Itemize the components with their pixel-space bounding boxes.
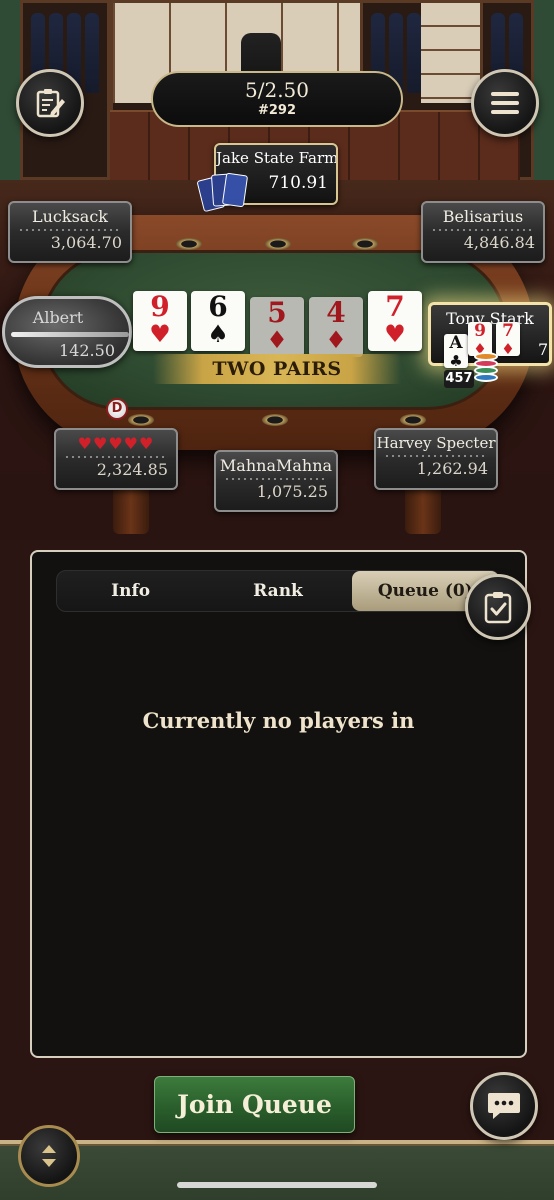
player-seat-mahnamahna[interactable]: MahnaMahna 1,075.25 xyxy=(214,450,338,512)
notes-icon xyxy=(36,89,65,118)
board-card: 7 ♥ xyxy=(368,291,422,351)
hole-card: 7 ♦ xyxy=(496,322,520,358)
clipboard-button[interactable] xyxy=(465,574,531,640)
player-chips: 3,064.70 xyxy=(50,233,122,252)
cupholder xyxy=(352,238,378,250)
player-name: Jake State Farm xyxy=(216,149,336,167)
wall-panel-right xyxy=(534,0,554,180)
cupholder xyxy=(262,414,288,426)
notes-button[interactable] xyxy=(16,69,84,137)
board-card: 4 ♦ xyxy=(309,297,363,357)
wall-panel-left xyxy=(0,0,20,180)
player-chips: 142.50 xyxy=(59,341,115,360)
queue-empty-message: Currently no players in xyxy=(142,708,415,733)
chat-bubble-icon xyxy=(488,1093,520,1119)
cupholder xyxy=(128,414,154,426)
player-chips: 4,846.84 xyxy=(463,233,535,252)
cupholder xyxy=(265,238,291,250)
sort-button[interactable] xyxy=(18,1125,80,1187)
player-name: Harvey Specter xyxy=(376,434,496,452)
hand-rank-label: TWO PAIRS xyxy=(153,354,401,384)
cupholder xyxy=(176,238,202,250)
chip-stack-icon xyxy=(474,352,498,386)
player-name: Albert xyxy=(32,308,84,327)
home-indicator xyxy=(177,1182,377,1188)
player-name: Lucksack xyxy=(32,207,108,226)
join-queue-button[interactable]: Join Queue xyxy=(154,1076,355,1133)
chat-button[interactable] xyxy=(470,1072,538,1140)
player-chips: 1,262.94 xyxy=(416,459,488,478)
player-seat-lucksack[interactable]: Lucksack 3,064.70 xyxy=(8,201,132,263)
stakes-value: 5/2.50 xyxy=(245,78,309,102)
sort-arrows-icon xyxy=(42,1145,56,1167)
pokerrrr-cards-icon xyxy=(196,172,260,216)
table-id: #292 xyxy=(257,103,297,118)
hamburger-menu-icon xyxy=(491,92,519,114)
hole-card: A ♣ xyxy=(444,334,468,370)
player-chips: 2,324.85 xyxy=(96,460,168,479)
panel-tabs: Info Rank Queue (0) xyxy=(56,570,500,612)
timer-bar xyxy=(11,332,129,337)
tab-rank[interactable]: Rank xyxy=(204,571,351,611)
player-seat-albert[interactable]: Albert 142.50 xyxy=(2,296,132,368)
board-card: 5 ♦ xyxy=(250,297,304,357)
tab-info[interactable]: Info xyxy=(57,571,204,611)
cupholder xyxy=(400,414,426,426)
player-name: MahnaMahna xyxy=(219,456,333,475)
player-name: Belisarius xyxy=(442,207,524,226)
stakes-display: 5/2.50 #292 xyxy=(151,71,403,127)
hole-card: 9 ♦ xyxy=(468,322,492,358)
board-card: 6 ♠ xyxy=(191,291,245,351)
info-panel: Info Rank Queue (0) Currently no players… xyxy=(30,550,527,1058)
dealer-button: D xyxy=(106,398,128,420)
clipboard-check-icon xyxy=(484,592,512,624)
player-chips: 1,075.25 xyxy=(256,482,328,501)
menu-button[interactable] xyxy=(471,69,539,137)
side-count-badge: 457 xyxy=(444,370,474,388)
board-card: 9 ♥ xyxy=(133,291,187,351)
player-seat-harvey-specter[interactable]: Harvey Specter 1,262.94 xyxy=(374,428,498,490)
player-name: ♥♥♥♥♥ xyxy=(77,434,155,453)
bottom-felt xyxy=(0,1140,554,1200)
side-digit: 7 xyxy=(538,340,549,359)
player-seat-hearts[interactable]: ♥♥♥♥♥ 2,324.85 xyxy=(54,428,178,490)
player-seat-belisarius[interactable]: Belisarius 4,846.84 xyxy=(421,201,545,263)
